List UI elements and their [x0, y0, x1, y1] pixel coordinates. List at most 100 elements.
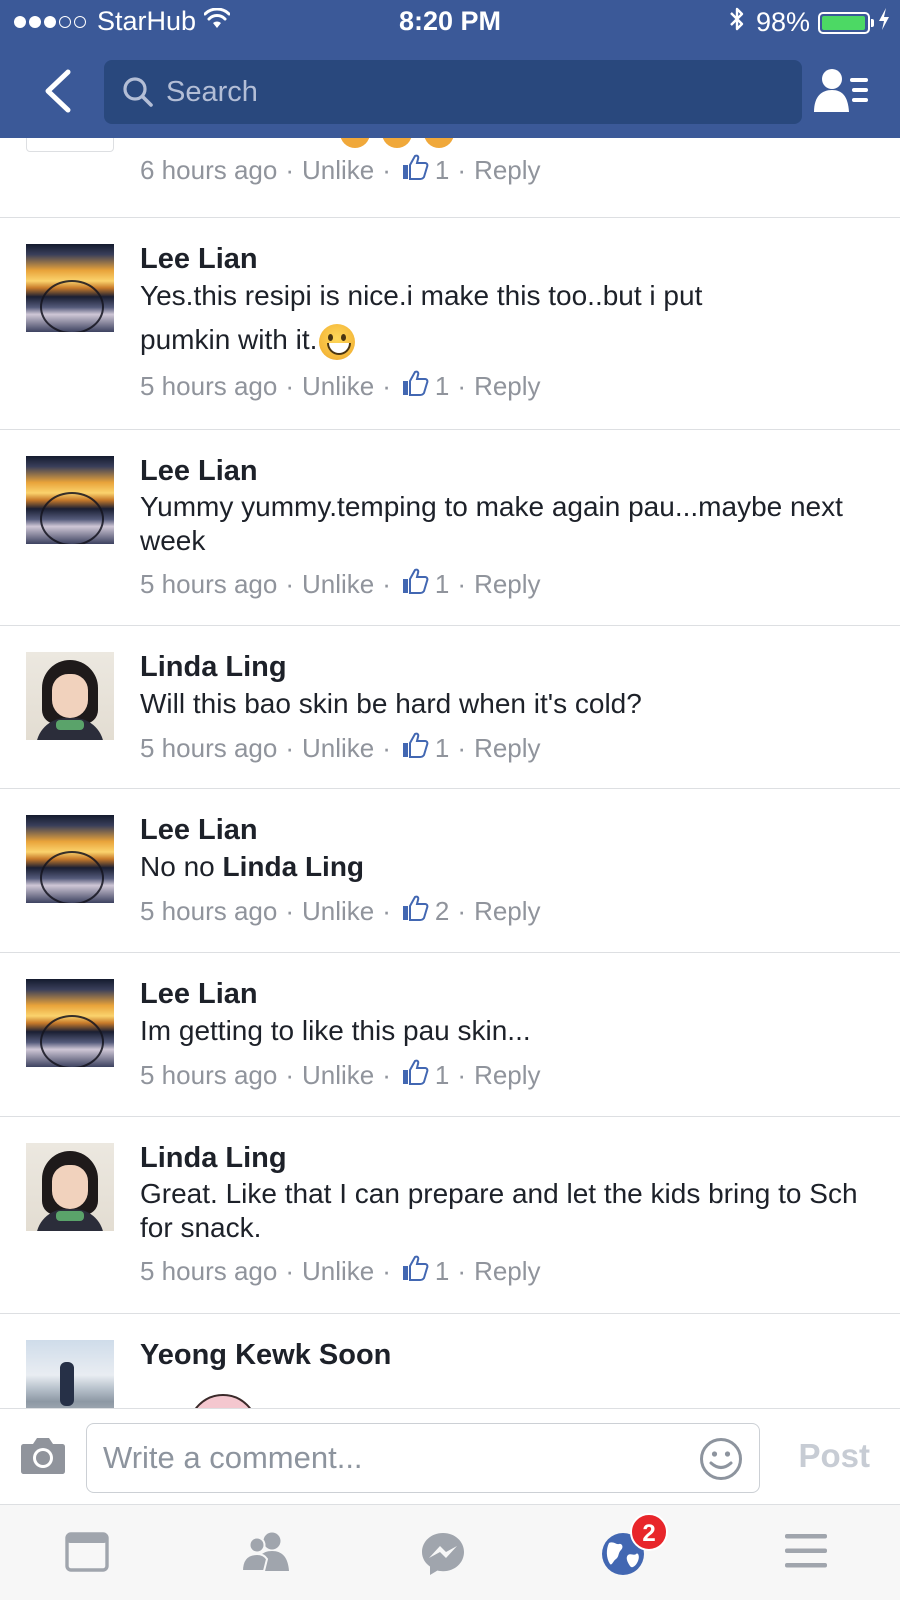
chevron-left-icon	[45, 69, 71, 113]
comment-item: Linda Ling Great. Like that I can prepar…	[0, 1117, 900, 1314]
avatar[interactable]	[26, 456, 114, 544]
comment-text-line-2: pumkin with it.	[140, 322, 880, 360]
comment-text-line: pumkin with it.	[140, 324, 318, 355]
comment-time: 5 hours ago	[140, 733, 278, 763]
comment-meta: 5 hours ago · Unlike · 1 · Reply	[140, 568, 541, 599]
like-count: 2	[434, 896, 450, 926]
unlike-link[interactable]: Unlike	[302, 371, 374, 401]
like-thumb-icon	[401, 154, 429, 186]
comment-author[interactable]: Linda Ling	[140, 1141, 880, 1175]
comment-author[interactable]: Lee Lian	[140, 454, 880, 488]
comment-meta: 5 hours ago · Unlike · 1 · Reply	[140, 1059, 541, 1091]
emoji-row	[340, 138, 466, 148]
battery-level-fill	[822, 15, 866, 30]
comment-text-line: Yes.this resipi is nice.i make this too.…	[140, 280, 703, 311]
back-button[interactable]	[36, 68, 78, 114]
comment-time: 6 hours ago	[140, 155, 278, 185]
reply-link[interactable]: Reply	[474, 371, 540, 401]
search-input[interactable]	[166, 75, 766, 109]
comment-text: Great. Like that I can prepare and let t…	[140, 1178, 858, 1243]
avatar[interactable]	[26, 138, 114, 152]
comment-item: Lee Lian No no Linda Ling 5 hours ago · …	[0, 789, 900, 953]
comment-item: Linda Ling Will this bao skin be hard wh…	[0, 626, 900, 789]
comment-time: 5 hours ago	[140, 896, 278, 926]
comment-meta: 6 hours ago · Unlike · 1 · Reply	[140, 154, 541, 186]
comment-time: 5 hours ago	[140, 1256, 278, 1286]
notification-badge: 2	[630, 1513, 668, 1551]
like-thumb-icon	[401, 895, 429, 927]
avatar[interactable]	[26, 1340, 114, 1410]
comment-text: Will this bao skin be hard when it's col…	[140, 688, 642, 719]
nav-bar	[0, 56, 900, 128]
tab-news-feed[interactable]	[65, 1531, 115, 1577]
unlike-link[interactable]: Unlike	[302, 896, 374, 926]
comment-author[interactable]: Yeong Kewk Soon	[140, 1338, 880, 1372]
comment-item: Lee Lian Im getting to like this pau ski…	[0, 953, 900, 1117]
camera-button[interactable]	[20, 1435, 66, 1475]
unlike-link[interactable]: Unlike	[302, 1060, 374, 1090]
like-count: 1	[434, 569, 450, 599]
comment-composer: Post	[0, 1408, 900, 1504]
comment-item: 6 hours ago · Unlike · 1 · Reply	[0, 138, 900, 218]
top-header: StarHub 8:20 PM 98%	[0, 0, 900, 138]
news-feed-icon	[65, 1532, 109, 1572]
comment-author[interactable]: Lee Lian	[140, 977, 880, 1011]
like-count: 1	[434, 1060, 450, 1090]
reply-link[interactable]: Reply	[474, 733, 540, 763]
reply-link[interactable]: Reply	[474, 1256, 540, 1286]
like-count: 1	[434, 155, 450, 185]
post-button[interactable]: Post	[798, 1437, 870, 1475]
messenger-icon	[422, 1533, 464, 1575]
reply-link[interactable]: Reply	[474, 1060, 540, 1090]
search-bar[interactable]	[104, 60, 802, 124]
status-right: 98%	[728, 6, 890, 39]
avatar[interactable]	[26, 652, 114, 740]
unlike-link[interactable]: Unlike	[302, 733, 374, 763]
avatar[interactable]	[26, 244, 114, 332]
mention-link[interactable]: Linda Ling	[223, 851, 365, 882]
comment-item: Yeong Kewk Soon	[0, 1314, 900, 1410]
sticker-button[interactable]	[699, 1437, 743, 1481]
tab-friends[interactable]	[240, 1531, 290, 1577]
camera-icon	[21, 1438, 65, 1474]
avatar[interactable]	[26, 979, 114, 1067]
hamburger-menu-icon	[785, 1534, 827, 1568]
comment-meta: 5 hours ago · Unlike · 1 · Reply	[140, 1255, 541, 1287]
friend-requests-button[interactable]	[814, 66, 870, 116]
charging-icon	[878, 7, 890, 38]
unlike-link[interactable]: Unlike	[302, 569, 374, 599]
comment-author[interactable]: Lee Lian	[140, 242, 880, 276]
comment-meta: 5 hours ago · Unlike · 1 · Reply	[140, 370, 541, 402]
reply-link[interactable]: Reply	[474, 155, 540, 185]
comment-input[interactable]	[103, 1440, 663, 1476]
comment-time: 5 hours ago	[140, 1060, 278, 1090]
battery-percent: 98%	[755, 7, 810, 37]
like-thumb-icon	[401, 1059, 429, 1091]
comment-text-part: No no	[140, 851, 223, 882]
smiley-icon	[700, 1438, 742, 1480]
like-count: 1	[434, 1256, 450, 1286]
battery-icon	[818, 11, 874, 34]
bluetooth-icon	[728, 6, 746, 39]
tab-notifications[interactable]: 2	[600, 1513, 668, 1577]
comment-author[interactable]: Lee Lian	[140, 813, 880, 847]
comment-text: No no Linda Ling	[140, 849, 880, 885]
comment-time: 5 hours ago	[140, 370, 278, 401]
unlike-link[interactable]: Unlike	[302, 155, 374, 185]
like-thumb-icon	[401, 1255, 429, 1287]
bottom-tab-bar: 2	[0, 1504, 900, 1600]
tab-menu[interactable]	[784, 1531, 834, 1577]
avatar[interactable]	[26, 1143, 114, 1231]
tab-messenger[interactable]	[420, 1531, 470, 1577]
reply-link[interactable]: Reply	[474, 569, 540, 599]
avatar[interactable]	[26, 815, 114, 903]
comment-input-box[interactable]	[86, 1423, 760, 1493]
unlike-link[interactable]: Unlike	[302, 1256, 374, 1286]
search-icon	[123, 77, 153, 107]
like-count: 1	[434, 733, 450, 763]
like-thumb-icon	[401, 732, 429, 764]
comment-list: 6 hours ago · Unlike · 1 · Reply Lee Lia…	[0, 138, 900, 1410]
like-thumb-icon	[401, 370, 429, 402]
comment-author[interactable]: Linda Ling	[140, 650, 880, 684]
reply-link[interactable]: Reply	[474, 896, 540, 926]
